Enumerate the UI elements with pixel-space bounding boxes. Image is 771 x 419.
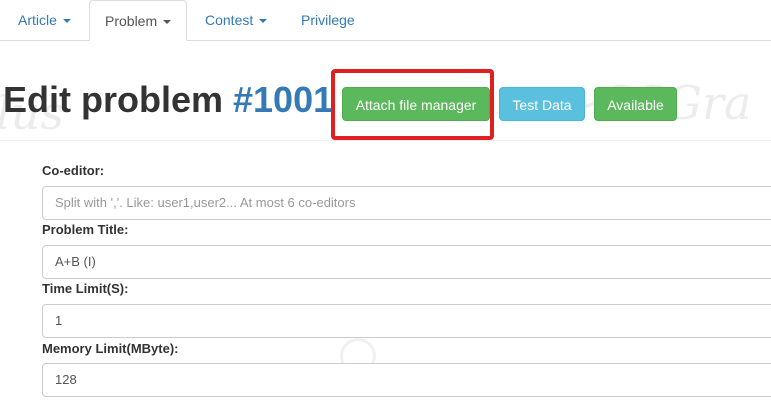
problem-title-input[interactable]: A+B (I) — [42, 245, 771, 279]
time-limit-input[interactable]: 1 — [42, 304, 771, 338]
time-limit-label: Time Limit(S): — [42, 281, 129, 296]
header-divider — [0, 140, 771, 141]
chevron-down-icon — [62, 19, 71, 24]
nav-item-article[interactable]: Article — [0, 0, 89, 40]
chevron-down-icon — [163, 20, 172, 25]
memory-limit-label: Memory Limit(MByte): — [42, 341, 179, 356]
available-button[interactable]: Available — [594, 87, 677, 121]
nav-item-problem[interactable]: Problem — [89, 0, 187, 41]
chevron-down-icon — [259, 19, 268, 24]
memory-limit-input[interactable]: 128 — [42, 363, 771, 397]
highlight-annotation-box — [331, 69, 494, 140]
problem-title-label: Problem Title: — [42, 222, 129, 237]
coeditor-label: Co-editor: — [42, 163, 105, 178]
nav-item-privilege[interactable]: Privilege — [284, 0, 374, 40]
coeditor-input[interactable]: Split with ','. Like: user1,user2... At … — [42, 186, 771, 220]
page-title: Edit problem #1001 — [3, 78, 333, 122]
nav-item-label: Privilege — [301, 12, 355, 28]
top-navbar: Article Problem Contest Privilege — [0, 0, 771, 41]
page-title-text: Edit problem — [3, 79, 234, 120]
nav-item-label: Contest — [205, 12, 254, 28]
nav-item-contest[interactable]: Contest — [187, 0, 284, 40]
test-data-button[interactable]: Test Data — [499, 87, 585, 121]
nav-item-label: Problem — [105, 13, 158, 29]
nav-item-label: Article — [18, 12, 57, 28]
problem-id: #1001 — [233, 79, 334, 120]
